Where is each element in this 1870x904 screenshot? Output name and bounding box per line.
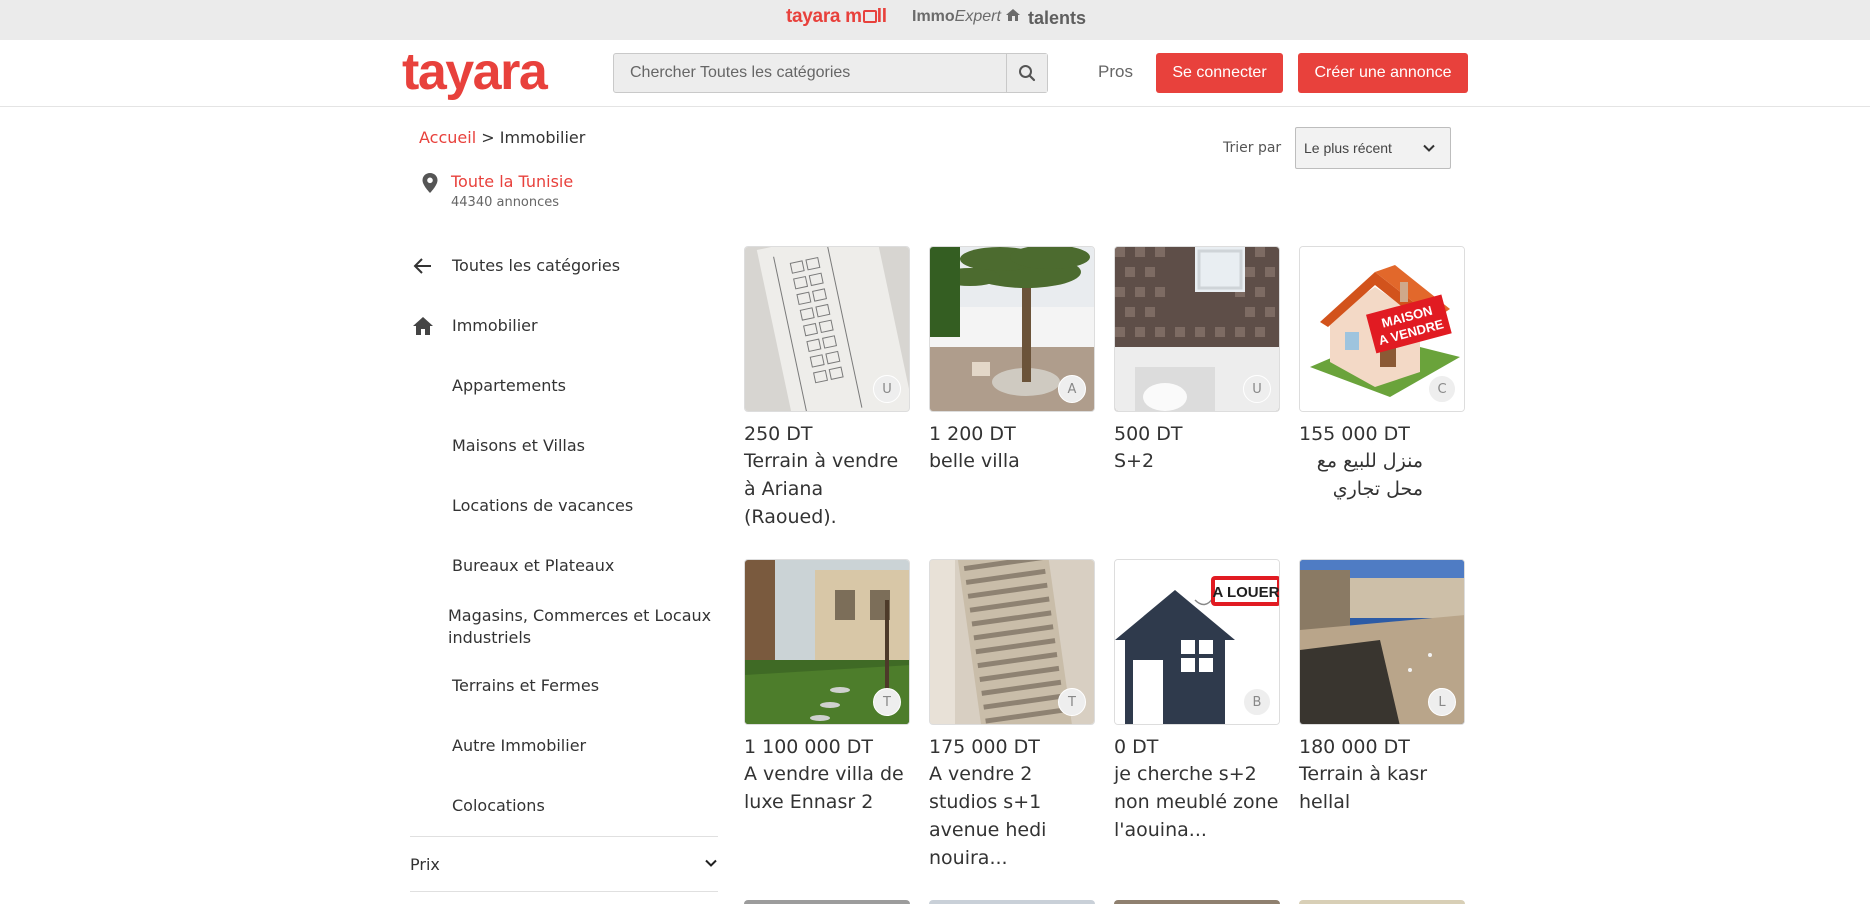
seller-avatar: T bbox=[1058, 688, 1086, 716]
listing-image[interactable]: MAISON A VENDRE C bbox=[1299, 246, 1465, 412]
listing-image[interactable]: L bbox=[1299, 559, 1465, 725]
sidebar-item-autre-immobilier[interactable]: Autre Immobilier bbox=[452, 736, 586, 755]
sidebar-item-appartements[interactable]: Appartements bbox=[452, 376, 566, 395]
divider bbox=[410, 836, 718, 837]
listing-title[interactable]: Terrain à kasr hellal bbox=[1299, 760, 1465, 816]
listing-image[interactable]: U bbox=[744, 246, 910, 412]
search-button[interactable] bbox=[1006, 54, 1047, 92]
listing-card-partial[interactable] bbox=[1299, 900, 1465, 904]
breadcrumb: Accueil > Immobilier bbox=[419, 128, 585, 147]
listing-image[interactable]: T bbox=[744, 559, 910, 725]
listing-title[interactable]: A vendre 2 studios s+1 avenue hedi nouir… bbox=[929, 760, 1095, 872]
arrow-left-icon[interactable] bbox=[413, 257, 433, 275]
sidebar-item-colocations[interactable]: Colocations bbox=[452, 796, 545, 815]
seller-avatar: C bbox=[1428, 375, 1456, 403]
chevron-down-icon[interactable] bbox=[704, 856, 718, 870]
listing-price: 250 DT bbox=[744, 423, 813, 445]
sort-label: Trier par bbox=[1223, 140, 1282, 156]
header: tayara Pros Se connecter Créer une annon… bbox=[0, 40, 1870, 107]
sidebar-item-bureaux-plateaux[interactable]: Bureaux et Plateaux bbox=[452, 556, 614, 575]
listing-image[interactable]: T bbox=[929, 559, 1095, 725]
seller-avatar: L bbox=[1428, 688, 1456, 716]
listing-card[interactable]: MAISON A VENDRE C 155 000 DT منزل للبيع … bbox=[1299, 246, 1465, 503]
seller-avatar: T bbox=[873, 688, 901, 716]
listing-card-partial[interactable] bbox=[1114, 900, 1280, 904]
brand-strip: tayara m ll ImmoExpert talents bbox=[0, 0, 1870, 40]
listing-card[interactable]: A LOUER B 0 DT je cherche s+2 non meublé… bbox=[1114, 559, 1280, 844]
chevron-down-icon bbox=[1423, 144, 1435, 152]
listing-card[interactable]: U 250 DT Terrain à vendre à Ariana (Raou… bbox=[744, 246, 910, 531]
sort-value: Le plus récent bbox=[1304, 140, 1392, 156]
divider bbox=[410, 891, 718, 892]
listing-card[interactable]: T 175 000 DT A vendre 2 studios s+1 aven… bbox=[929, 559, 1095, 872]
sidebar-item-maisons-villas[interactable]: Maisons et Villas bbox=[452, 436, 585, 455]
listing-card[interactable]: T 1 100 000 DT A vendre villa de luxe En… bbox=[744, 559, 910, 816]
home-icon bbox=[413, 317, 433, 335]
search-input[interactable] bbox=[614, 54, 1007, 92]
tayara-logo[interactable]: tayara bbox=[402, 42, 548, 102]
location-pin-icon bbox=[422, 173, 438, 193]
breadcrumb-separator: > bbox=[476, 128, 500, 147]
listing-price: 0 DT bbox=[1114, 736, 1159, 758]
seller-avatar: U bbox=[1243, 375, 1271, 403]
listing-price: 1 200 DT bbox=[929, 423, 1016, 445]
sort-select[interactable]: Le plus récent bbox=[1295, 127, 1451, 169]
sidebar-item-magasins[interactable]: Magasins, Commerces et Locaux industriel… bbox=[448, 605, 718, 649]
listing-title[interactable]: منزل للبيع مع محل تجاري bbox=[1299, 447, 1423, 503]
listing-image[interactable]: A LOUER B bbox=[1114, 559, 1280, 725]
listing-card-partial[interactable] bbox=[744, 900, 910, 904]
listing-image[interactable]: U bbox=[1114, 246, 1280, 412]
listing-title[interactable]: belle villa bbox=[929, 447, 1095, 475]
breadcrumb-current: Immobilier bbox=[499, 128, 586, 147]
listing-card-partial[interactable] bbox=[929, 900, 1095, 904]
listing-card[interactable]: L 180 000 DT Terrain à kasr hellal bbox=[1299, 559, 1465, 816]
listing-title[interactable]: A vendre villa de luxe Ennasr 2 bbox=[744, 760, 910, 816]
listing-card[interactable]: U 500 DT S+2 bbox=[1114, 246, 1280, 475]
listing-price: 1 100 000 DT bbox=[744, 736, 873, 758]
image-sign-text: A LOUER bbox=[1213, 584, 1280, 601]
listing-title[interactable]: Terrain à vendre à Ariana (Raoued). bbox=[744, 447, 910, 531]
seller-avatar: B bbox=[1243, 688, 1271, 716]
listing-image[interactable]: A bbox=[929, 246, 1095, 412]
price-filter-toggle[interactable]: Prix bbox=[410, 855, 440, 874]
category-all[interactable]: Toutes les catégories bbox=[452, 256, 620, 275]
listing-title[interactable]: je cherche s+2 non meublé zone l'aouina.… bbox=[1114, 760, 1280, 844]
location-selector[interactable]: Toute la Tunisie bbox=[451, 172, 573, 191]
listing-count: 44340 annonces bbox=[451, 195, 560, 210]
shopping-bag-icon bbox=[862, 10, 877, 23]
house-icon bbox=[1006, 9, 1021, 21]
listing-title[interactable]: S+2 bbox=[1114, 447, 1280, 475]
login-button[interactable]: Se connecter bbox=[1156, 53, 1283, 93]
tayara-mall-logo[interactable]: tayara m ll bbox=[786, 6, 887, 28]
listing-price: 175 000 DT bbox=[929, 736, 1040, 758]
create-listing-button[interactable]: Créer une annonce bbox=[1298, 53, 1468, 93]
talents-logo[interactable]: talents bbox=[1028, 8, 1086, 29]
sidebar-item-terrains-fermes[interactable]: Terrains et Fermes bbox=[452, 676, 599, 695]
listing-card[interactable]: A 1 200 DT belle villa bbox=[929, 246, 1095, 475]
category-immobilier[interactable]: Immobilier bbox=[452, 316, 538, 335]
sidebar-item-locations-vacances[interactable]: Locations de vacances bbox=[452, 496, 633, 515]
search-icon bbox=[1019, 65, 1036, 82]
pros-link[interactable]: Pros bbox=[1098, 62, 1133, 82]
immoexpert-logo[interactable]: ImmoExpert bbox=[912, 8, 1021, 26]
listing-price: 500 DT bbox=[1114, 423, 1183, 445]
seller-avatar: U bbox=[873, 375, 901, 403]
breadcrumb-home-link[interactable]: Accueil bbox=[419, 128, 476, 147]
search-box bbox=[613, 53, 1048, 93]
seller-avatar: A bbox=[1058, 375, 1086, 403]
listing-price: 155 000 DT bbox=[1299, 423, 1410, 445]
listing-price: 180 000 DT bbox=[1299, 736, 1410, 758]
